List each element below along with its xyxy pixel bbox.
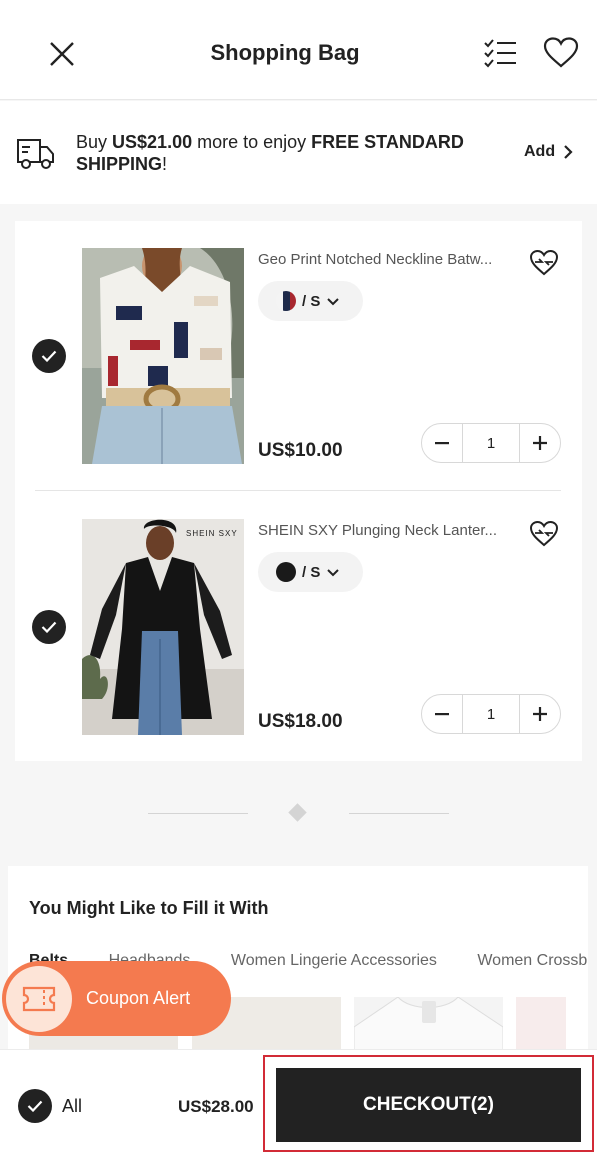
move-to-wishlist-icon[interactable] xyxy=(529,520,561,548)
quantity-value[interactable]: 1 xyxy=(462,424,520,462)
checklist-icon[interactable] xyxy=(480,35,520,71)
select-all-label[interactable]: All xyxy=(62,1096,82,1117)
check-icon xyxy=(41,621,57,633)
increase-button[interactable] xyxy=(520,695,560,733)
truck-icon xyxy=(16,135,56,171)
plus-icon xyxy=(533,707,547,721)
select-all-checkbox[interactable] xyxy=(18,1089,52,1123)
coupon-alert-button[interactable]: Coupon Alert xyxy=(2,961,231,1036)
plus-icon xyxy=(533,436,547,450)
cart-list: Geo Print Notched Neckline Batw... / S U… xyxy=(15,221,582,761)
chevron-down-icon xyxy=(327,568,340,576)
checkout-button[interactable]: CHECKOUT(2) xyxy=(276,1068,581,1142)
cart-item: SHEIN SXY SHEIN SXY Plunging Neck Lanter… xyxy=(15,492,582,762)
recommendations-title: You Might Like to Fill it With xyxy=(29,898,269,918)
decrease-button[interactable] xyxy=(422,424,462,462)
product-price: US$10.00 xyxy=(258,440,343,461)
product-price: US$18.00 xyxy=(258,711,343,732)
item-divider xyxy=(35,490,561,491)
variant-selector[interactable]: / S xyxy=(258,281,363,321)
heart-icon[interactable] xyxy=(541,34,581,72)
add-label: Add xyxy=(524,143,556,160)
check-icon xyxy=(41,350,57,362)
quantity-stepper: 1 xyxy=(421,694,561,734)
separator-line-right xyxy=(349,813,449,814)
size-label: / S xyxy=(302,563,321,581)
product-name[interactable]: Geo Print Notched Neckline Batw... xyxy=(258,251,513,268)
item-checkbox[interactable] xyxy=(32,610,66,644)
cart-item: Geo Print Notched Neckline Batw... / S U… xyxy=(15,221,582,491)
product-image[interactable]: SHEIN SXY xyxy=(82,519,244,735)
check-icon xyxy=(27,1100,43,1112)
total-price: US$28.00 xyxy=(178,1097,254,1116)
variant-selector[interactable]: / S xyxy=(258,552,363,592)
chevron-right-icon xyxy=(564,145,573,159)
size-label: / S xyxy=(302,292,321,310)
checkout-bar: All US$28.00 CHECKOUT(2) xyxy=(0,1049,597,1156)
minus-icon xyxy=(435,441,449,444)
separator-diamond xyxy=(288,803,307,822)
chevron-down-icon xyxy=(327,297,340,305)
increase-button[interactable] xyxy=(520,424,560,462)
header: Shopping Bag xyxy=(0,0,597,100)
shipping-message: Buy US$21.00 more to enjoy FREE STANDARD… xyxy=(76,132,464,174)
coupon-icon xyxy=(6,966,72,1032)
product-thumbnail[interactable] xyxy=(516,997,566,1057)
product-name[interactable]: SHEIN SXY Plunging Neck Lanter... xyxy=(258,522,513,539)
tab-women-crossbody[interactable]: Women Crossb xyxy=(477,952,587,970)
move-to-wishlist-icon[interactable] xyxy=(529,249,561,277)
product-image[interactable] xyxy=(82,248,244,464)
quantity-stepper: 1 xyxy=(421,423,561,463)
item-checkbox[interactable] xyxy=(32,339,66,373)
separator-line-left xyxy=(148,813,248,814)
color-swatch xyxy=(276,562,296,582)
decrease-button[interactable] xyxy=(422,695,462,733)
product-thumbnail[interactable] xyxy=(354,997,503,1057)
shipping-banner: Buy US$21.00 more to enjoy FREE STANDARD… xyxy=(0,101,597,204)
coupon-label: Coupon Alert xyxy=(86,988,191,1008)
minus-icon xyxy=(435,712,449,715)
quantity-value[interactable]: 1 xyxy=(462,695,520,733)
tab-women-lingerie-accessories[interactable]: Women Lingerie Accessories xyxy=(231,952,437,970)
brand-watermark: SHEIN SXY xyxy=(186,529,238,538)
add-more-button[interactable]: Add xyxy=(524,143,573,161)
color-swatch xyxy=(276,291,296,311)
